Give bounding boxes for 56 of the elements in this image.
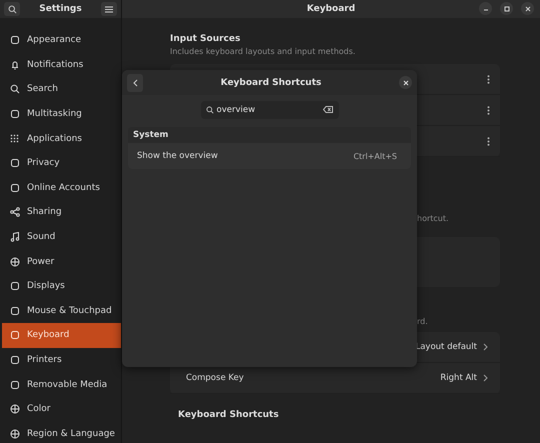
sidebar-item[interactable]: Appearance xyxy=(2,28,121,53)
sidebar-item[interactable]: Power xyxy=(2,249,121,274)
sidebar-item[interactable]: Displays xyxy=(2,274,121,299)
grid-icon xyxy=(10,134,20,144)
minimize-button[interactable] xyxy=(479,2,492,15)
sidebar-item[interactable]: Sound xyxy=(2,224,121,250)
sidebar-item[interactable]: Region & Language xyxy=(2,422,121,443)
sidebar-item[interactable]: Search xyxy=(2,77,121,102)
close-button[interactable] xyxy=(521,2,534,15)
more-icon[interactable] xyxy=(487,136,490,146)
search-icon xyxy=(10,84,20,94)
more-icon[interactable] xyxy=(487,106,490,114)
close-button[interactable] xyxy=(399,76,412,89)
sidebar-item[interactable]: Online Accounts xyxy=(2,176,121,200)
description-text: rd. xyxy=(416,317,429,326)
share-icon xyxy=(10,207,20,218)
search-button[interactable] xyxy=(4,2,20,16)
sidebar-item[interactable]: Printers xyxy=(2,348,121,372)
chevron-icon xyxy=(483,374,488,382)
back-icon xyxy=(132,78,138,86)
section-title: Input Sources xyxy=(170,34,242,44)
sidebar-item[interactable]: Mouse & Touchpad xyxy=(2,298,121,324)
search-icon xyxy=(206,106,214,114)
menu-button[interactable] xyxy=(100,2,117,16)
sidebar-item[interactable]: Multitasking xyxy=(2,102,121,126)
more-icon[interactable] xyxy=(487,74,490,84)
music-note-icon xyxy=(10,232,20,242)
menu-icon xyxy=(104,6,113,12)
section-subtitle: Includes keyboard layouts and input methods. xyxy=(170,47,356,56)
dialog-title: Keyboard Shortcuts xyxy=(220,78,322,88)
sidebar-item[interactable]: Keyboard xyxy=(2,323,121,348)
back-button[interactable] xyxy=(127,74,143,92)
maximize-button[interactable] xyxy=(500,2,513,15)
search-icon xyxy=(8,4,16,14)
chevron-icon xyxy=(483,343,488,351)
clear-icon[interactable] xyxy=(322,106,332,113)
setting-label: Compose Key xyxy=(186,373,245,383)
window-title: Keyboard xyxy=(306,4,356,14)
description-text: hortcut. xyxy=(416,214,450,223)
shortcut-row[interactable]: Show the overview Ctrl+Alt+S xyxy=(128,143,411,169)
close-icon xyxy=(402,80,408,86)
sidebar-item[interactable]: Applications xyxy=(2,126,121,151)
group-title: System xyxy=(132,129,170,142)
close-icon xyxy=(524,6,530,12)
maximize-icon xyxy=(504,6,510,12)
sidebar-item[interactable]: Privacy xyxy=(2,150,121,176)
setting-value[interactable]: Right Alt xyxy=(440,373,477,383)
bell-icon xyxy=(10,60,20,70)
search-field[interactable]: overview xyxy=(200,101,338,119)
sidebar-item[interactable]: Color xyxy=(2,396,121,422)
globe-icon xyxy=(10,428,20,439)
sidebar-item[interactable]: Notifications xyxy=(2,52,121,78)
sidebar-title: Settings xyxy=(39,4,82,14)
sidebar-item[interactable]: Sharing xyxy=(2,200,121,225)
section-title: Keyboard Shortcuts xyxy=(178,410,280,420)
sidebar-item[interactable]: Removable Media xyxy=(2,372,121,397)
